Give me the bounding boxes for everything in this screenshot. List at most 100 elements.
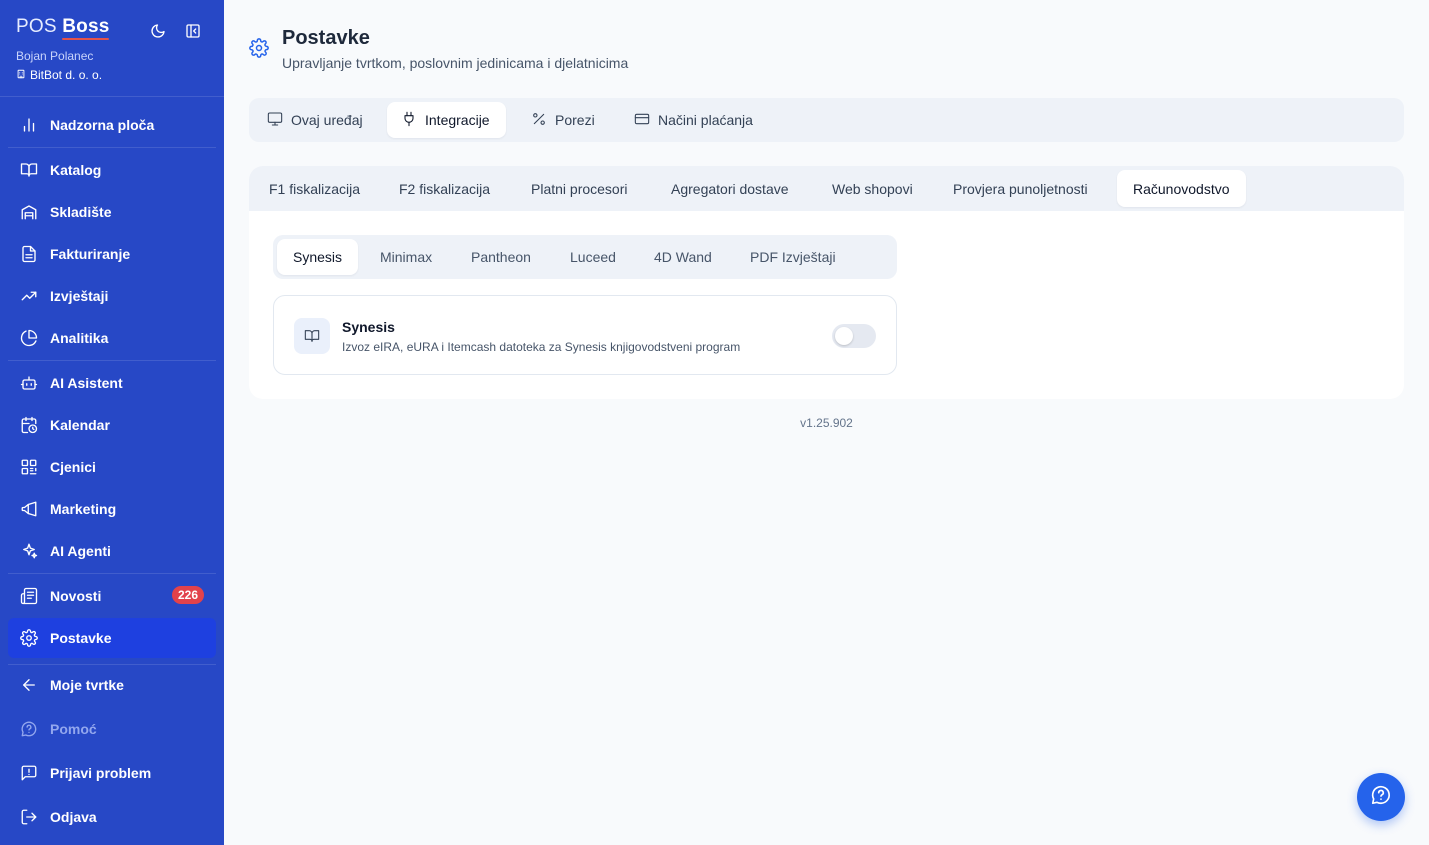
tab-luceed[interactable]: Luceed bbox=[554, 239, 632, 275]
tab-this-device[interactable]: Ovaj uređaj bbox=[253, 102, 379, 138]
bar-chart-icon bbox=[20, 116, 38, 134]
tab-delivery-aggregators[interactable]: Agregatori dostave bbox=[655, 170, 805, 207]
sidebar-item-ai-assistant[interactable]: AI Asistent bbox=[8, 363, 216, 403]
sidebar-item-label: Fakturiranje bbox=[50, 246, 131, 262]
book-open-icon bbox=[294, 318, 330, 354]
sidebar-item-news[interactable]: Novosti 226 bbox=[8, 576, 216, 616]
tab-accounting[interactable]: Računovodstvo bbox=[1117, 170, 1246, 207]
sidebar-item-label: Cjenici bbox=[50, 459, 96, 475]
sidebar-item-label: Marketing bbox=[50, 501, 117, 517]
sidebar-item-settings[interactable]: Postavke bbox=[8, 618, 216, 658]
megaphone-icon bbox=[20, 500, 38, 518]
tab-web-shops[interactable]: Web shopovi bbox=[816, 170, 929, 207]
sidebar-divider bbox=[8, 360, 216, 361]
tab-age-verification[interactable]: Provjera punoljetnosti bbox=[937, 170, 1104, 207]
sidebar-item-label: Pomoć bbox=[50, 721, 97, 737]
sidebar-item-label: Nadzorna ploča bbox=[50, 117, 155, 133]
brand-logo[interactable]: POS Boss bbox=[16, 16, 109, 38]
sidebar-item-calendar[interactable]: Kalendar bbox=[8, 405, 216, 445]
credit-card-icon bbox=[634, 111, 650, 130]
sidebar-item-label: AI Agenti bbox=[50, 543, 111, 559]
app-version: v1.25.902 bbox=[800, 416, 853, 430]
sparkles-icon bbox=[20, 542, 38, 560]
news-count-badge: 226 bbox=[171, 586, 204, 604]
sidebar-item-label: Katalog bbox=[50, 162, 102, 178]
invoice-icon bbox=[20, 245, 38, 263]
sidebar-item-invoicing[interactable]: Fakturiranje bbox=[8, 234, 216, 274]
building-icon bbox=[16, 68, 26, 82]
page-title: Postavke bbox=[282, 27, 370, 49]
sidebar-item-label: AI Asistent bbox=[50, 375, 123, 391]
tab-integrations[interactable]: Integracije bbox=[387, 102, 506, 138]
sidebar-item-label: Prijavi problem bbox=[50, 765, 152, 781]
page-subtitle: Upravljanje tvrtkom, poslovnim jedinicam… bbox=[282, 55, 629, 71]
user-name: Bojan Polanec bbox=[16, 49, 94, 63]
sidebar-item-analytics[interactable]: Analitika bbox=[8, 318, 216, 358]
tab-f1-fiscalization[interactable]: F1 fiskalizacija bbox=[253, 170, 376, 207]
sidebar: POS Boss Bojan Polanec BitBot d. o. o. N… bbox=[0, 0, 224, 845]
sidebar-item-help[interactable]: Pomoć bbox=[8, 709, 216, 749]
sidebar-item-label: Moje tvrtke bbox=[50, 677, 124, 693]
tab-f2-fiscalization[interactable]: F2 fiskalizacija bbox=[383, 170, 506, 207]
tab-minimax[interactable]: Minimax bbox=[364, 239, 448, 275]
sidebar-item-my-companies[interactable]: Moje tvrtke bbox=[8, 665, 216, 705]
sidebar-item-label: Analitika bbox=[50, 330, 109, 346]
moon-icon[interactable] bbox=[148, 21, 167, 40]
tab-taxes[interactable]: Porezi bbox=[517, 102, 611, 138]
trending-up-icon bbox=[20, 287, 38, 305]
integration-description: Izvoz eIRA, eURA i Itemcash datoteka za … bbox=[342, 340, 741, 354]
integration-name: Synesis bbox=[342, 319, 395, 335]
qr-code-icon bbox=[20, 458, 38, 476]
synesis-enable-toggle[interactable] bbox=[832, 324, 876, 348]
integrations-card: F1 fiskalizacija F2 fiskalizacija Platni… bbox=[249, 166, 1404, 399]
settings-gear-icon bbox=[249, 38, 269, 58]
sidebar-item-marketing[interactable]: Marketing bbox=[8, 489, 216, 529]
monitor-icon bbox=[267, 111, 283, 130]
sidebar-item-label: Postavke bbox=[50, 630, 112, 646]
accounting-provider-tabs: Synesis Minimax Pantheon Luceed 4D Wand … bbox=[273, 235, 897, 279]
settings-gear-icon bbox=[20, 629, 38, 647]
collapse-sidebar-icon[interactable] bbox=[183, 21, 202, 40]
sidebar-item-dashboard[interactable]: Nadzorna ploča bbox=[8, 105, 216, 145]
tab-payment-methods[interactable]: Načini plaćanja bbox=[620, 102, 769, 138]
message-alert-icon bbox=[20, 764, 38, 782]
sidebar-item-label: Odjava bbox=[50, 809, 97, 825]
tab-payment-processors[interactable]: Platni procesori bbox=[515, 170, 644, 207]
logout-icon bbox=[20, 808, 38, 826]
newspaper-icon bbox=[20, 587, 38, 605]
bot-icon bbox=[20, 374, 38, 392]
support-chat-button[interactable] bbox=[1357, 773, 1405, 821]
sidebar-item-report-problem[interactable]: Prijavi problem bbox=[8, 753, 216, 793]
sidebar-item-label: Novosti bbox=[50, 588, 102, 604]
toggle-knob bbox=[835, 327, 853, 345]
sidebar-divider bbox=[8, 147, 216, 148]
synesis-integration-row: Synesis Izvoz eIRA, eURA i Itemcash dato… bbox=[273, 295, 897, 375]
sidebar-item-catalog[interactable]: Katalog bbox=[8, 150, 216, 190]
warehouse-icon bbox=[20, 203, 38, 221]
book-icon bbox=[20, 161, 38, 179]
settings-tabs: Ovaj uređaj Integracije Porezi Načini pl… bbox=[249, 98, 1404, 142]
sidebar-header-actions bbox=[148, 21, 202, 40]
pie-chart-icon bbox=[20, 329, 38, 347]
integration-category-tabs: F1 fiskalizacija F2 fiskalizacija Platni… bbox=[249, 166, 1404, 211]
tab-pantheon[interactable]: Pantheon bbox=[455, 239, 547, 275]
plug-icon bbox=[401, 111, 417, 130]
sidebar-item-price-lists[interactable]: Cjenici bbox=[8, 447, 216, 487]
sidebar-item-logout[interactable]: Odjava bbox=[8, 797, 216, 837]
tab-4d-wand[interactable]: 4D Wand bbox=[638, 239, 728, 275]
help-circle-icon bbox=[20, 720, 38, 738]
sidebar-item-warehouse[interactable]: Skladište bbox=[8, 192, 216, 232]
sidebar-item-reports[interactable]: Izvještaji bbox=[8, 276, 216, 316]
tab-pdf-reports[interactable]: PDF Izvještaji bbox=[734, 239, 852, 275]
chat-help-icon bbox=[1370, 784, 1392, 811]
sidebar-item-label: Izvještaji bbox=[50, 288, 109, 304]
arrow-left-icon bbox=[20, 676, 38, 694]
company-name[interactable]: BitBot d. o. o. bbox=[16, 68, 102, 82]
sidebar-item-ai-agents[interactable]: AI Agenti bbox=[8, 531, 216, 571]
percent-icon bbox=[531, 111, 547, 130]
sidebar-divider bbox=[0, 96, 224, 97]
sidebar-item-label: Kalendar bbox=[50, 417, 110, 433]
sidebar-item-label: Skladište bbox=[50, 204, 112, 220]
tab-synesis[interactable]: Synesis bbox=[277, 239, 359, 275]
sidebar-divider bbox=[8, 573, 216, 574]
